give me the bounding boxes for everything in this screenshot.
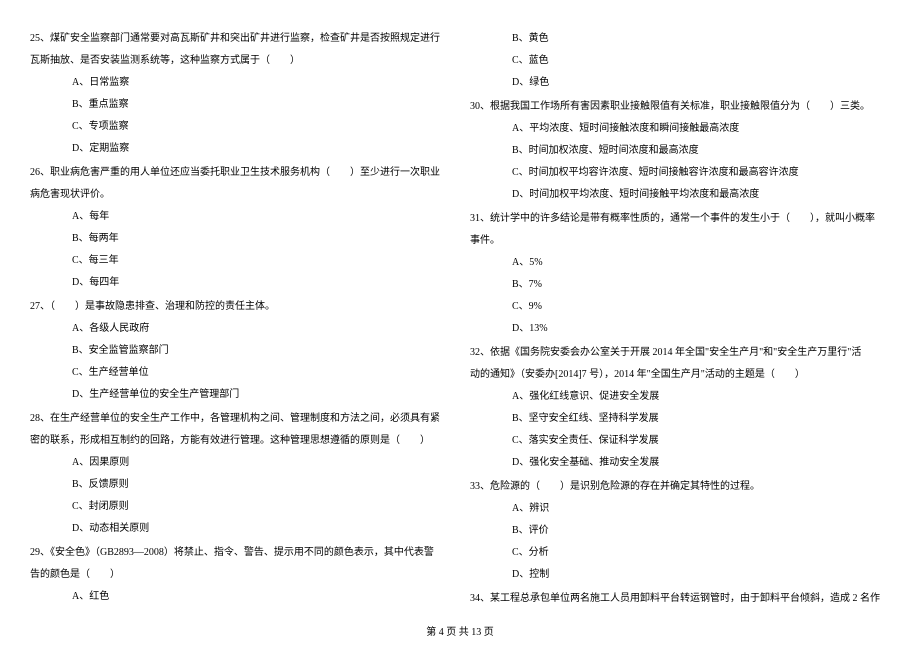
q32-option-d: D、强化安全基础、推动安全发展 bbox=[470, 452, 890, 474]
q31-option-c: C、9% bbox=[470, 296, 890, 318]
q33-option-b: B、评价 bbox=[470, 520, 890, 542]
question-32: 32、依据《国务院安委会办公室关于开展 2014 年全国"安全生产月"和"安全生… bbox=[470, 342, 890, 474]
q27-option-b: B、安全监管监察部门 bbox=[30, 340, 450, 362]
page-container: 25、煤矿安全监察部门通常要对高瓦斯矿井和突出矿井进行监察，检查矿井是否按照规定… bbox=[0, 0, 920, 612]
page-footer: 第 4 页 共 13 页 bbox=[0, 623, 920, 638]
q34-text: 34、某工程总承包单位两名施工人员用卸料平台转运钢管时，由于卸料平台倾斜，造成 … bbox=[470, 588, 890, 610]
q30-option-d: D、时间加权平均浓度、短时间接触平均浓度和最高浓度 bbox=[470, 184, 890, 206]
q31-text-line1: 31、统计学中的许多结论是带有概率性质的，通常一个事件的发生小于（ ），就叫小概… bbox=[470, 208, 890, 230]
q27-option-a: A、各级人民政府 bbox=[30, 318, 450, 340]
question-33: 33、危险源的（ ）是识别危险源的存在并确定其特性的过程。 A、辨识 B、评价 … bbox=[470, 476, 890, 586]
q32-option-a: A、强化红线意识、促进安全发展 bbox=[470, 386, 890, 408]
question-28: 28、在生产经营单位的安全生产工作中，各管理机构之间、管理制度和方法之间，必须具… bbox=[30, 408, 450, 540]
q28-option-a: A、因果原则 bbox=[30, 452, 450, 474]
q32-option-c: C、落实安全责任、保证科学发展 bbox=[470, 430, 890, 452]
q29-option-c: C、蓝色 bbox=[470, 50, 890, 72]
q32-option-b: B、坚守安全红线、坚持科学发展 bbox=[470, 408, 890, 430]
q25-option-d: D、定期监察 bbox=[30, 138, 450, 160]
question-31: 31、统计学中的许多结论是带有概率性质的，通常一个事件的发生小于（ ），就叫小概… bbox=[470, 208, 890, 340]
q29-option-d: D、绿色 bbox=[470, 72, 890, 94]
q25-text-line1: 25、煤矿安全监察部门通常要对高瓦斯矿井和突出矿井进行监察，检查矿井是否按照规定… bbox=[30, 28, 450, 50]
q27-option-d: D、生产经营单位的安全生产管理部门 bbox=[30, 384, 450, 406]
q30-option-b: B、时间加权浓度、短时间浓度和最高浓度 bbox=[470, 140, 890, 162]
question-34: 34、某工程总承包单位两名施工人员用卸料平台转运钢管时，由于卸料平台倾斜，造成 … bbox=[470, 588, 890, 610]
q26-option-b: B、每两年 bbox=[30, 228, 450, 250]
q25-text-line2: 瓦斯抽放、是否安装监测系统等，这种监察方式属于（ ） bbox=[30, 50, 450, 72]
question-29-cont: B、黄色 C、蓝色 D、绿色 bbox=[470, 28, 890, 94]
q29-text-line1: 29、《安全色》（GB2893—2008）将禁止、指令、警告、提示用不同的颜色表… bbox=[30, 542, 450, 564]
question-29: 29、《安全色》（GB2893—2008）将禁止、指令、警告、提示用不同的颜色表… bbox=[30, 542, 450, 608]
question-30: 30、根据我国工作场所有害因素职业接触限值有关标准，职业接触限值分为（ ）三类。… bbox=[470, 96, 890, 206]
q31-option-a: A、5% bbox=[470, 252, 890, 274]
q31-text-line2: 事件。 bbox=[470, 230, 890, 252]
q26-option-c: C、每三年 bbox=[30, 250, 450, 272]
question-25: 25、煤矿安全监察部门通常要对高瓦斯矿井和突出矿井进行监察，检查矿井是否按照规定… bbox=[30, 28, 450, 160]
q26-text-line2: 病危害现状评价。 bbox=[30, 184, 450, 206]
q32-text-line2: 动的通知》（安委办[2014]7 号），2014 年"全国生产月"活动的主题是（… bbox=[470, 364, 890, 386]
q25-option-c: C、专项监察 bbox=[30, 116, 450, 138]
q25-option-b: B、重点监察 bbox=[30, 94, 450, 116]
q26-option-d: D、每四年 bbox=[30, 272, 450, 294]
q31-option-d: D、13% bbox=[470, 318, 890, 340]
q29-text-line2: 告的颜色是（ ） bbox=[30, 564, 450, 586]
q33-option-d: D、控制 bbox=[470, 564, 890, 586]
q30-option-a: A、平均浓度、短时间接触浓度和瞬间接触最高浓度 bbox=[470, 118, 890, 140]
q28-option-b: B、反馈原则 bbox=[30, 474, 450, 496]
q26-text-line1: 26、职业病危害严重的用人单位还应当委托职业卫生技术服务机构（ ）至少进行一次职… bbox=[30, 162, 450, 184]
q28-text-line2: 密的联系，形成相互制约的回路，方能有效进行管理。这种管理思想遵循的原则是（ ） bbox=[30, 430, 450, 452]
q28-option-c: C、封闭原则 bbox=[30, 496, 450, 518]
question-27: 27、（ ）是事故隐患排查、治理和防控的责任主体。 A、各级人民政府 B、安全监… bbox=[30, 296, 450, 406]
q33-option-a: A、辨识 bbox=[470, 498, 890, 520]
question-26: 26、职业病危害严重的用人单位还应当委托职业卫生技术服务机构（ ）至少进行一次职… bbox=[30, 162, 450, 294]
q29-option-b: B、黄色 bbox=[470, 28, 890, 50]
right-column: B、黄色 C、蓝色 D、绿色 30、根据我国工作场所有害因素职业接触限值有关标准… bbox=[470, 28, 890, 612]
q27-text: 27、（ ）是事故隐患排查、治理和防控的责任主体。 bbox=[30, 296, 450, 318]
q29-option-a: A、红色 bbox=[30, 586, 450, 608]
q33-option-c: C、分析 bbox=[470, 542, 890, 564]
q28-option-d: D、动态相关原则 bbox=[30, 518, 450, 540]
q28-text-line1: 28、在生产经营单位的安全生产工作中，各管理机构之间、管理制度和方法之间，必须具… bbox=[30, 408, 450, 430]
q30-text: 30、根据我国工作场所有害因素职业接触限值有关标准，职业接触限值分为（ ）三类。 bbox=[470, 96, 890, 118]
q27-option-c: C、生产经营单位 bbox=[30, 362, 450, 384]
q26-option-a: A、每年 bbox=[30, 206, 450, 228]
q33-text: 33、危险源的（ ）是识别危险源的存在并确定其特性的过程。 bbox=[470, 476, 890, 498]
q30-option-c: C、时间加权平均容许浓度、短时间接触容许浓度和最高容许浓度 bbox=[470, 162, 890, 184]
q25-option-a: A、日常监察 bbox=[30, 72, 450, 94]
q31-option-b: B、7% bbox=[470, 274, 890, 296]
q32-text-line1: 32、依据《国务院安委会办公室关于开展 2014 年全国"安全生产月"和"安全生… bbox=[470, 342, 890, 364]
left-column: 25、煤矿安全监察部门通常要对高瓦斯矿井和突出矿井进行监察，检查矿井是否按照规定… bbox=[30, 28, 450, 612]
